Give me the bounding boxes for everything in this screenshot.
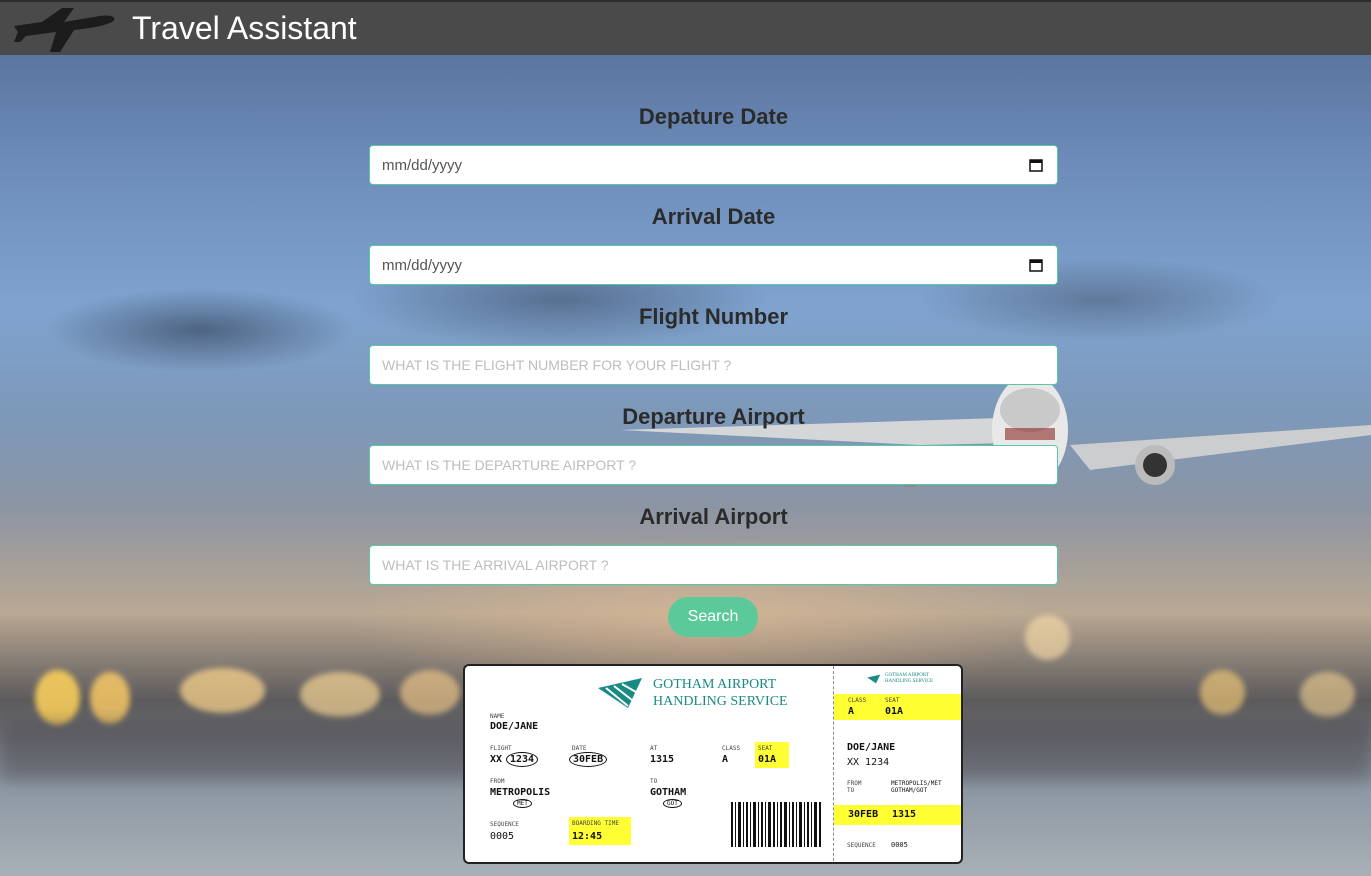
from-code: MET — [513, 799, 532, 808]
stub-date-time-highlight: 30FEB 1315 — [834, 805, 961, 825]
flight-label: FLIGHT — [490, 745, 512, 752]
departure-date-label: Depature Date — [638, 104, 789, 129]
to-city: GOTHAM — [650, 787, 687, 798]
departure-airport-label: Departure Airport — [622, 404, 805, 429]
barcode — [731, 802, 821, 847]
bokeh-light — [1200, 670, 1245, 715]
bokeh-light — [180, 668, 265, 713]
departure-airport-placeholder: WHAT IS THE DEPARTURE AIRPORT ? — [382, 457, 637, 473]
departure-time: 1315 — [650, 754, 675, 765]
class-value: A — [722, 754, 729, 765]
calendar-icon[interactable] — [1029, 158, 1043, 172]
seat-value: 01A — [758, 754, 777, 765]
stub-date: 30FEB — [848, 809, 879, 820]
stub-airline-logo — [867, 674, 881, 684]
stub-passenger-name: DOE/JANE — [847, 742, 896, 753]
arrival-airport-input[interactable]: WHAT IS THE ARRIVAL AIRPORT ? — [369, 545, 1058, 585]
flight-date: 30FEB — [569, 752, 608, 767]
from-city: METROPOLIS — [490, 787, 551, 798]
class-label: CLASS — [722, 745, 741, 752]
sequence-value: 0005 — [490, 831, 515, 842]
to-label: TO — [650, 778, 658, 785]
calendar-icon[interactable] — [1029, 258, 1043, 272]
stub-sequence-label: SEQUENCE — [847, 842, 876, 849]
seat-label: SEAT — [758, 745, 773, 752]
seat-highlight: SEAT 01A — [755, 742, 789, 768]
bokeh-light — [35, 670, 80, 725]
departure-date-input[interactable]: mm/dd/yyyy — [369, 145, 1058, 185]
sequence-label: SEQUENCE — [490, 821, 519, 828]
stub-seat-label: SEAT — [885, 697, 900, 704]
flight-number-placeholder: WHAT IS THE FLIGHT NUMBER FOR YOUR FLIGH… — [382, 357, 732, 373]
stub-to-label: TO — [847, 787, 855, 794]
boarding-time-value: 12:45 — [572, 831, 603, 842]
boarding-time-label: BOARDING TIME — [572, 820, 619, 827]
airline-logo — [598, 678, 642, 708]
stub-brand-line-2: HANDLING SERVICE — [885, 679, 934, 684]
stub-class-label: CLASS — [848, 697, 867, 704]
boarding-time-highlight: BOARDING TIME 12:45 — [569, 817, 631, 845]
app-title: Travel Assistant — [132, 10, 357, 46]
at-label: AT — [650, 745, 658, 752]
search-button[interactable]: Search — [668, 597, 758, 637]
arrival-airport-label: Arrival Airport — [639, 504, 788, 529]
departure-date-value: mm/dd/yyyy — [382, 157, 463, 174]
stub-sequence: 0005 — [891, 841, 908, 849]
departure-airport-input[interactable]: WHAT IS THE DEPARTURE AIRPORT ? — [369, 445, 1058, 485]
stub-flight: XX 1234 — [847, 757, 890, 768]
date-label: DATE — [572, 745, 587, 752]
flight-number: 1234 — [506, 752, 539, 767]
bokeh-light — [1025, 615, 1070, 660]
arrival-airport-placeholder: WHAT IS THE ARRIVAL AIRPORT ? — [382, 557, 609, 573]
name-label: NAME — [490, 713, 505, 720]
brand-line-2: HANDLING SERVICE — [653, 694, 788, 709]
flight-number-label: Flight Number — [638, 304, 789, 329]
flight-prefix: XX — [490, 754, 503, 765]
bokeh-light — [400, 670, 460, 715]
boarding-pass-image: GOTHAM AIRPORT HANDLING SERVICE NAME DOE… — [463, 664, 963, 864]
from-label: FROM — [490, 778, 505, 785]
stub-class-value: A — [848, 706, 855, 717]
stub-time: 1315 — [892, 809, 917, 820]
stub-seat-value: 01A — [885, 706, 904, 717]
bokeh-light — [300, 672, 380, 717]
bokeh-light — [1300, 672, 1355, 717]
flight-number-input[interactable]: WHAT IS THE FLIGHT NUMBER FOR YOUR FLIGH… — [369, 345, 1058, 385]
stub-from-to-2: GOTHAM/GOT — [891, 787, 928, 794]
bokeh-light — [90, 672, 130, 724]
arrival-date-input[interactable]: mm/dd/yyyy — [369, 245, 1058, 285]
airplane-photo — [620, 375, 1371, 487]
arrival-date-value: mm/dd/yyyy — [382, 257, 463, 274]
app-header: Travel Assistant — [0, 0, 1371, 55]
brand-line-1: GOTHAM AIRPORT — [653, 677, 777, 692]
passenger-name: DOE/JANE — [490, 721, 539, 732]
stub-from-to: METROPOLIS/MET — [891, 780, 942, 787]
arrival-date-label: Arrival Date — [651, 204, 776, 229]
airplane-icon — [14, 8, 115, 52]
to-code: GOT — [663, 799, 682, 808]
stub-from-label: FROM — [847, 780, 862, 787]
stub-class-seat-highlight: CLASS SEAT A 01A — [834, 694, 961, 720]
